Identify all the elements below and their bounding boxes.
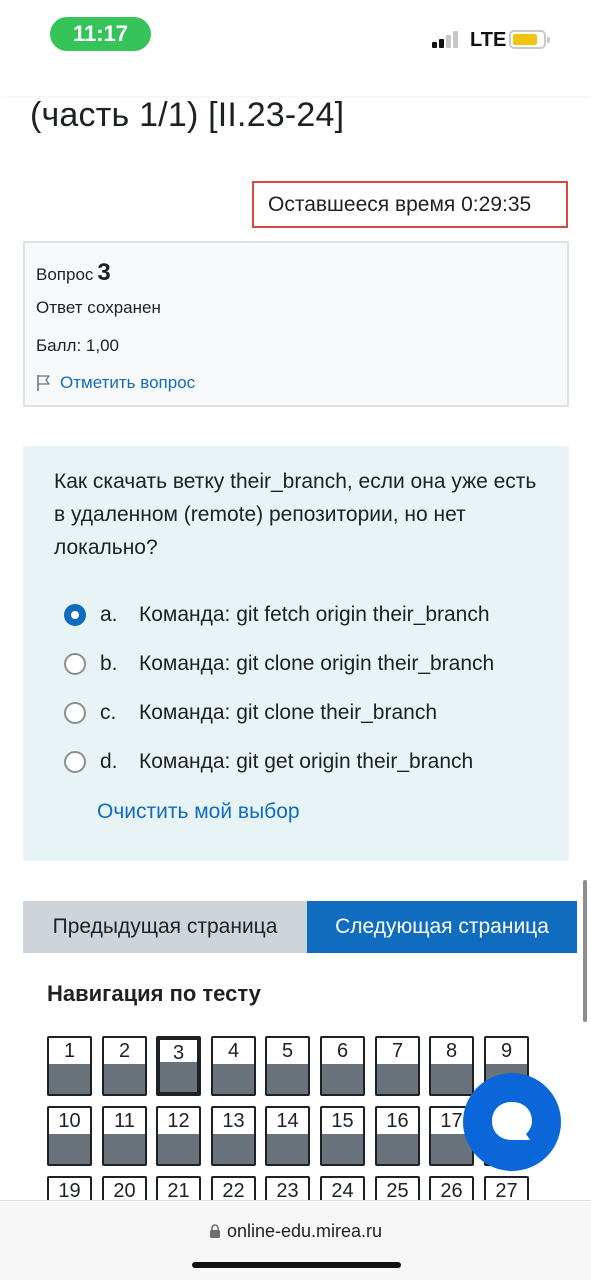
radio-button[interactable]	[64, 702, 86, 724]
answer-text[interactable]: Команда: git clone their_branch	[139, 701, 437, 725]
quiz-nav-button-7[interactable]: 7	[375, 1036, 420, 1096]
clear-choice-link[interactable]: Очистить мой выбор	[97, 800, 300, 824]
quiz-nav-number: 16	[386, 1110, 409, 1132]
answered-indicator	[431, 1064, 472, 1094]
quiz-nav-number: 1	[63, 1040, 76, 1062]
answer-option-b[interactable]: b. Команда: git clone origin their_branc…	[64, 647, 494, 681]
answered-indicator	[49, 1134, 90, 1164]
quiz-nav-button-15[interactable]: 15	[320, 1106, 365, 1166]
answered-indicator	[49, 1064, 90, 1094]
status-time: 11:17	[50, 17, 151, 51]
answered-indicator	[104, 1134, 145, 1164]
radio-button[interactable]	[64, 653, 86, 675]
browser-url-bar[interactable]: online-edu.mirea.ru	[0, 1200, 591, 1280]
quiz-nav-button-3[interactable]: 3	[156, 1036, 201, 1096]
quiz-nav-number: 6	[336, 1040, 349, 1062]
quiz-nav-button-12[interactable]: 12	[156, 1106, 201, 1166]
answer-option-a[interactable]: a. Команда: git fetch origin their_branc…	[64, 598, 490, 632]
answered-indicator	[213, 1134, 254, 1164]
quiz-nav-number: 7	[391, 1040, 404, 1062]
answer-option-c[interactable]: c. Команда: git clone their_branch	[64, 696, 437, 730]
quiz-nav-button-4[interactable]: 4	[211, 1036, 256, 1096]
quiz-nav-number: 9	[500, 1040, 513, 1062]
cellular-signal-icon	[432, 30, 462, 48]
flag-question-label: Отметить вопрос	[60, 373, 196, 392]
quiz-nav-number: 4	[227, 1040, 240, 1062]
answered-indicator	[267, 1064, 308, 1094]
answered-indicator	[377, 1064, 418, 1094]
quiz-nav-number: 5	[281, 1040, 294, 1062]
answered-indicator	[267, 1134, 308, 1164]
question-panel: Как скачать ветку their_branch, если она…	[23, 446, 569, 861]
quiz-nav-number: 11	[114, 1110, 135, 1132]
url-text: online-edu.mirea.ru	[226, 1221, 383, 1241]
quiz-nav-number: 15	[331, 1110, 354, 1132]
page-title: (часть 1/1) [II.23-24]	[30, 96, 345, 134]
question-number-label: Вопрос	[36, 265, 94, 284]
lock-icon	[209, 1224, 220, 1238]
answer-option-d[interactable]: d. Команда: git get origin their_branch	[64, 745, 473, 779]
quiz-nav-button-1[interactable]: 1	[47, 1036, 92, 1096]
quiz-nav-number: 2	[118, 1040, 131, 1062]
time-remaining: Оставшееся время 0:29:35	[252, 181, 568, 228]
quiz-nav-button-10[interactable]: 10	[47, 1106, 92, 1166]
home-indicator[interactable]	[192, 1262, 401, 1268]
flag-question-link[interactable]: Отметить вопрос	[36, 373, 195, 393]
answered-indicator	[322, 1134, 363, 1164]
answered-indicator	[322, 1064, 363, 1094]
question-text: Как скачать ветку their_branch, если она…	[54, 470, 537, 559]
question-info-panel: Вопрос 3 Ответ сохранен Балл: 1,00 Отмети…	[23, 241, 569, 407]
quiz-nav-number: 13	[222, 1110, 245, 1132]
answer-text[interactable]: Команда: git fetch origin their_branch	[139, 603, 490, 627]
question-grade: Балл: 1,00	[36, 336, 119, 355]
answered-indicator	[158, 1134, 199, 1164]
chat-button[interactable]	[463, 1073, 561, 1171]
url-display[interactable]: online-edu.mirea.ru	[0, 1221, 591, 1242]
question-number: Вопрос 3	[36, 259, 111, 287]
quiz-nav-number: 8	[445, 1040, 458, 1062]
flag-icon	[37, 375, 50, 391]
answer-letter: a.	[100, 603, 118, 626]
previous-page-button[interactable]: Предыдущая страница	[23, 901, 307, 953]
quiz-nav-button-13[interactable]: 13	[211, 1106, 256, 1166]
answered-indicator	[104, 1064, 145, 1094]
radio-button-checked[interactable]	[64, 604, 86, 626]
quiz-nav-number: 10	[58, 1110, 81, 1132]
network-type: LTE	[470, 29, 507, 51]
question-number-value: 3	[97, 259, 111, 286]
quiz-nav-button-11[interactable]: 11	[102, 1106, 147, 1166]
quiz-navigation-heading: Навигация по тесту	[47, 981, 261, 1006]
answered-indicator	[377, 1134, 418, 1164]
battery-icon	[509, 30, 550, 49]
quiz-nav-button-2[interactable]: 2	[102, 1036, 147, 1096]
quiz-nav-button-6[interactable]: 6	[320, 1036, 365, 1096]
answer-text[interactable]: Команда: git clone origin their_branch	[139, 652, 494, 676]
answer-letter: c.	[100, 701, 117, 724]
quiz-nav-number: 12	[167, 1110, 190, 1132]
answer-letter: d.	[100, 750, 118, 773]
quiz-nav-number: 14	[276, 1110, 299, 1132]
quiz-nav-button-8[interactable]: 8	[429, 1036, 474, 1096]
answered-indicator	[213, 1064, 254, 1094]
status-bar: 11:17 LTE	[0, 0, 591, 96]
quiz-nav-button-5[interactable]: 5	[265, 1036, 310, 1096]
answer-letter: b.	[100, 652, 118, 675]
next-page-button[interactable]: Следующая страница	[307, 901, 577, 953]
answered-indicator	[160, 1062, 197, 1092]
scrollbar[interactable]	[583, 880, 587, 1022]
quiz-nav-button-14[interactable]: 14	[265, 1106, 310, 1166]
quiz-nav-button-16[interactable]: 16	[375, 1106, 420, 1166]
answer-text[interactable]: Команда: git get origin their_branch	[139, 750, 473, 774]
chat-icon	[492, 1102, 532, 1140]
question-state: Ответ сохранен	[36, 298, 161, 317]
radio-button[interactable]	[64, 751, 86, 773]
